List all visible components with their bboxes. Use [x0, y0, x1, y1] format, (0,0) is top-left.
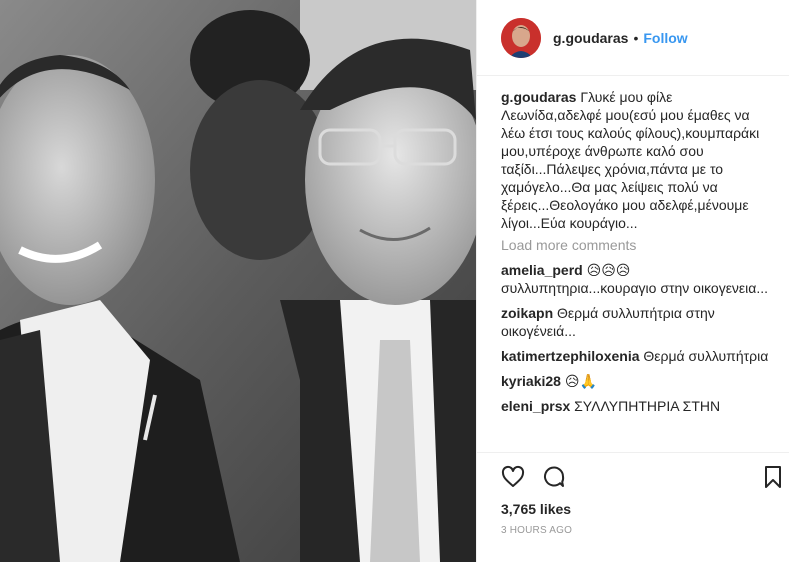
- header-separator: •: [633, 29, 639, 46]
- comment-item: eleni_prsx ΣΥΛΛΥΠΗΤΗΡΙΑ ΣΤΗΝ: [501, 397, 776, 415]
- bookmark-outline-icon: [765, 466, 781, 488]
- likes-count[interactable]: 3,765 likes: [501, 501, 571, 517]
- post-side-panel: g.goudaras • Follow g.goudaras Γλυκέ μου…: [476, 0, 789, 562]
- comment-username[interactable]: amelia_perd: [501, 262, 583, 278]
- save-button[interactable]: [759, 463, 787, 491]
- comment-username[interactable]: katimertzephiloxenia: [501, 348, 640, 364]
- comment-username[interactable]: zoikapn: [501, 305, 553, 321]
- post-actions: 3,765 likes 3 HOURS AGO: [477, 452, 789, 562]
- header-username[interactable]: g.goudaras: [553, 30, 628, 46]
- heart-outline-icon: [501, 465, 525, 487]
- comment-text: 😥🙏: [564, 373, 597, 389]
- post-caption: g.goudaras Γλυκέ μου φίλε Λεωνίδα,αδελφέ…: [501, 88, 776, 232]
- caption-text: Γλυκέ μου φίλε Λεωνίδα,αδελφέ μου(εσύ μο…: [501, 89, 760, 231]
- comment-item: kyriaki28 😥🙏: [501, 372, 776, 390]
- post-timestamp[interactable]: 3 HOURS AGO: [501, 525, 572, 536]
- avatar[interactable]: [501, 17, 541, 58]
- load-more-comments-button[interactable]: Load more comments: [501, 236, 776, 254]
- comments-list[interactable]: g.goudaras Γλυκέ μου φίλε Λεωνίδα,αδελφέ…: [501, 88, 776, 452]
- comment-item: amelia_perd 😥😥😥 συλλυπητηρια...κουραγιο …: [501, 261, 776, 297]
- header-text: g.goudaras • Follow: [553, 30, 688, 46]
- avatar-image: [501, 17, 541, 58]
- comment-item: zoikapn Θερμά συλλυπήτρια στην οικογένει…: [501, 304, 776, 340]
- comment-username[interactable]: eleni_prsx: [501, 398, 570, 414]
- speech-bubble-icon: [544, 466, 565, 487]
- follow-button[interactable]: Follow: [643, 30, 687, 46]
- like-button[interactable]: [499, 463, 527, 491]
- comment-text: ΣΥΛΛΥΠΗΤΗΡΙΑ ΣΤΗΝ: [574, 398, 721, 414]
- comment-text: Θερμά συλλυπήτρια: [643, 348, 769, 364]
- post-photo-image: [0, 0, 476, 562]
- caption-username[interactable]: g.goudaras: [501, 89, 576, 105]
- post-header: g.goudaras • Follow: [477, 0, 789, 76]
- comment-username[interactable]: kyriaki28: [501, 373, 561, 389]
- comment-button[interactable]: [540, 463, 568, 491]
- comment-item: katimertzephiloxenia Θερμά συλλυπήτρια: [501, 347, 776, 365]
- post-photo[interactable]: [0, 0, 476, 562]
